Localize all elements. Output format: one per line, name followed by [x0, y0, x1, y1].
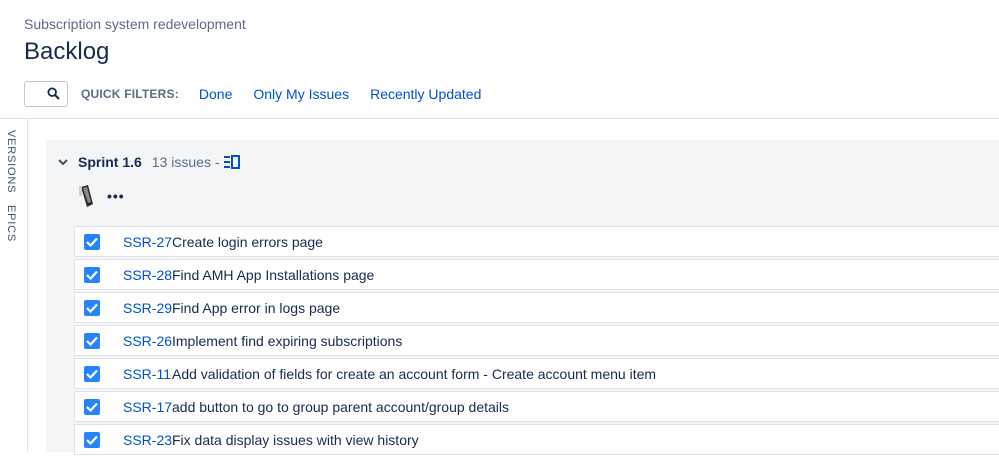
- sprint-tools: •••: [79, 184, 125, 208]
- checkmark-icon: [86, 237, 98, 247]
- sprint-panel: Sprint 1.6 13 issues - ••• SSR-27 Create…: [46, 140, 999, 455]
- issue-row[interactable]: SSR-29 Find App error in logs page: [74, 292, 999, 323]
- issue-list: SSR-27 Create login errors page SSR-28 F…: [74, 226, 999, 457]
- issue-row[interactable]: SSR-26 Implement find expiring subscript…: [74, 325, 999, 356]
- issue-count: 13 issues: [151, 154, 211, 170]
- issue-count-separator: -: [214, 154, 220, 170]
- issue-checkbox[interactable]: [84, 300, 100, 316]
- issue-row[interactable]: SSR-17 add button to go to group parent …: [74, 391, 999, 422]
- sprint-header: Sprint 1.6 13 issues -: [56, 154, 240, 170]
- issue-checkbox[interactable]: [84, 399, 100, 415]
- issue-key[interactable]: SSR-29: [123, 300, 172, 316]
- issue-checkbox[interactable]: [84, 333, 100, 349]
- issue-summary[interactable]: add button to go to group parent account…: [172, 399, 509, 415]
- issue-checkbox[interactable]: [84, 267, 100, 283]
- issue-key[interactable]: SSR-17: [123, 399, 172, 415]
- issue-summary[interactable]: Find AMH App Installations page: [172, 267, 374, 283]
- issue-summary[interactable]: Find App error in logs page: [172, 300, 340, 316]
- quick-filter-recently-updated[interactable]: Recently Updated: [370, 86, 481, 102]
- avatar[interactable]: [79, 184, 95, 208]
- issue-row[interactable]: SSR-28 Find AMH App Installations page: [74, 259, 999, 290]
- issue-checkbox[interactable]: [84, 234, 100, 250]
- side-rail: VERSIONS EPICS: [0, 119, 28, 452]
- checkmark-icon: [86, 270, 98, 280]
- issue-checkbox[interactable]: [84, 432, 100, 448]
- sprint-name: Sprint 1.6: [78, 154, 142, 170]
- chevron-down-icon[interactable]: [56, 155, 70, 169]
- checkmark-icon: [86, 336, 98, 346]
- more-icon[interactable]: •••: [107, 188, 125, 204]
- top-divider: [0, 118, 999, 119]
- issue-key[interactable]: SSR-28: [123, 267, 172, 283]
- quick-filter-only-my-issues[interactable]: Only My Issues: [253, 86, 349, 102]
- issue-summary[interactable]: Implement find expiring subscriptions: [172, 333, 402, 349]
- checkmark-icon: [86, 435, 98, 445]
- issue-key[interactable]: SSR-11: [123, 366, 171, 382]
- checkmark-icon: [86, 303, 98, 313]
- breadcrumb[interactable]: Subscription system redevelopment: [24, 16, 246, 32]
- issue-summary[interactable]: Create login errors page: [172, 234, 323, 250]
- issue-summary[interactable]: Fix data display issues with view histor…: [172, 432, 419, 448]
- issue-summary[interactable]: Add validation of fields for create an a…: [172, 366, 656, 382]
- quick-filter-done[interactable]: Done: [199, 86, 232, 102]
- tab-epics[interactable]: EPICS: [5, 205, 17, 242]
- page-title: Backlog: [24, 38, 110, 65]
- issue-checkbox[interactable]: [84, 366, 100, 382]
- checkmark-icon: [86, 369, 98, 379]
- search-icon: [47, 87, 60, 100]
- issue-row[interactable]: SSR-23 Fix data display issues with view…: [74, 424, 999, 455]
- issue-row[interactable]: SSR-27 Create login errors page: [74, 226, 999, 257]
- issue-key[interactable]: SSR-27: [123, 234, 172, 250]
- quick-filters-label: QUICK FILTERS:: [81, 87, 179, 101]
- board-icon[interactable]: [223, 155, 240, 169]
- toolbar: QUICK FILTERS: Done Only My Issues Recen…: [24, 80, 481, 108]
- issue-row[interactable]: SSR-11 Add validation of fields for crea…: [74, 358, 999, 389]
- issue-key[interactable]: SSR-23: [123, 432, 172, 448]
- search-input[interactable]: [24, 81, 68, 107]
- tab-versions[interactable]: VERSIONS: [5, 130, 17, 193]
- issue-key[interactable]: SSR-26: [123, 333, 172, 349]
- checkmark-icon: [86, 402, 98, 412]
